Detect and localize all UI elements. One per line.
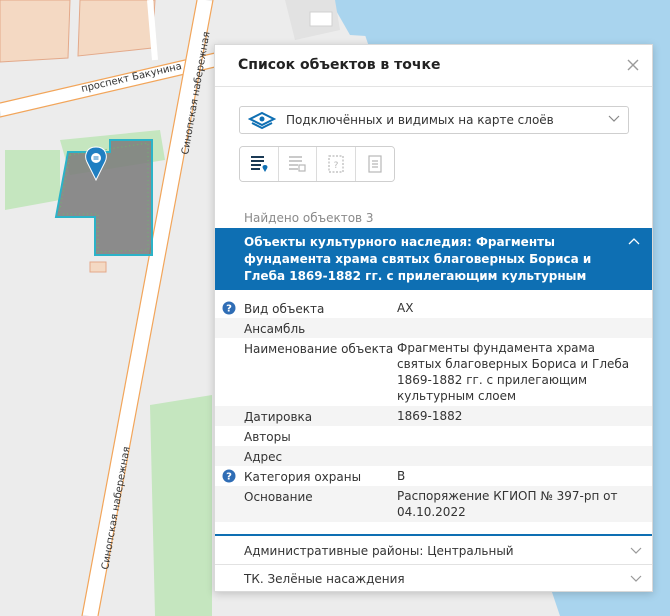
help-icon[interactable]: ?	[222, 301, 236, 315]
view-mode-toolbar: ?	[239, 146, 395, 182]
chevron-up-icon	[628, 238, 640, 245]
section-header-cultural-heritage[interactable]: Объекты культурного наследия: Фрагменты …	[215, 228, 652, 300]
property-value	[397, 448, 652, 464]
help-icon[interactable]: ?	[222, 469, 236, 483]
list-marker-icon	[250, 156, 268, 172]
section-green-plantings-label: ТК. Зелёные насаждения	[244, 572, 405, 586]
layer-filter-select[interactable]: Подключённых и видимых на карте слоёв	[239, 106, 629, 134]
section-divider	[215, 534, 652, 536]
list-with-frame-button[interactable]	[278, 147, 317, 181]
property-value	[397, 428, 652, 444]
property-value	[397, 320, 652, 336]
chevron-down-icon	[630, 547, 642, 554]
section-green-plantings[interactable]: ТК. Зелёные насаждения	[215, 565, 652, 591]
layers-icon	[248, 111, 276, 130]
property-value: В	[397, 469, 406, 483]
document-icon	[368, 155, 382, 173]
svg-text:?: ?	[226, 472, 232, 483]
close-icon	[627, 59, 639, 71]
svg-text:?: ?	[226, 304, 232, 315]
chevron-down-icon	[608, 115, 620, 122]
chevron-down-icon	[630, 575, 642, 582]
property-value: АХ	[397, 301, 414, 315]
panel-title: Список объектов в точке	[238, 57, 441, 73]
objects-at-point-panel: Список объектов в точке Подключённых и в…	[214, 44, 653, 592]
property-row: Наименование объекта Фрагменты фундамента…	[215, 338, 652, 406]
section-admin-districts-label: Административные районы: Центральный	[244, 544, 514, 558]
question-frame-icon: ?	[328, 155, 344, 173]
property-key: Авторы	[244, 430, 291, 444]
property-row: ? Вид объекта АХ	[215, 298, 652, 318]
property-key: Ансамбль	[244, 322, 306, 336]
property-key: Основание	[244, 490, 313, 504]
list-frame-icon	[289, 156, 306, 172]
property-key: Датировка	[244, 410, 313, 424]
property-row: Ансамбль	[215, 318, 652, 338]
list-with-marker-button[interactable]	[240, 147, 279, 181]
layer-filter-value: Подключённых и видимых на карте слоёв	[286, 113, 554, 127]
document-button[interactable]	[355, 147, 394, 181]
park-area	[5, 150, 60, 210]
svg-text:?: ?	[333, 161, 338, 171]
close-button[interactable]	[624, 56, 642, 74]
property-row: Авторы	[215, 426, 652, 446]
property-value: 1869-1882	[397, 409, 463, 423]
property-row: Основание Распоряжение КГИОП № 397-рп от …	[215, 486, 652, 522]
found-count: Найдено объектов 3	[244, 211, 374, 225]
section-title: Объекты культурного наследия: Фрагменты …	[244, 235, 592, 300]
property-row: Адрес	[215, 446, 652, 466]
property-key: Категория охраны	[244, 470, 362, 484]
property-key: Наименование объекта	[244, 342, 394, 356]
properties-table: ? Вид объекта АХ Ансамбль Наименование объек…	[215, 298, 652, 522]
property-value: Фрагменты фундамента храма святых благов…	[397, 341, 630, 403]
property-row: ? Категория охраны В	[215, 466, 652, 486]
property-value: Распоряжение КГИОП № 397-рп от 04.10.202…	[397, 489, 618, 519]
unknown-object-button[interactable]: ?	[317, 147, 356, 181]
property-key: Адрес	[244, 450, 283, 464]
panel-header: Список объектов в точке	[215, 45, 652, 87]
property-key: Вид объекта	[244, 302, 325, 316]
section-admin-districts[interactable]: Административные районы: Центральный	[215, 537, 652, 565]
property-row: Датировка 1869-1882	[215, 406, 652, 426]
